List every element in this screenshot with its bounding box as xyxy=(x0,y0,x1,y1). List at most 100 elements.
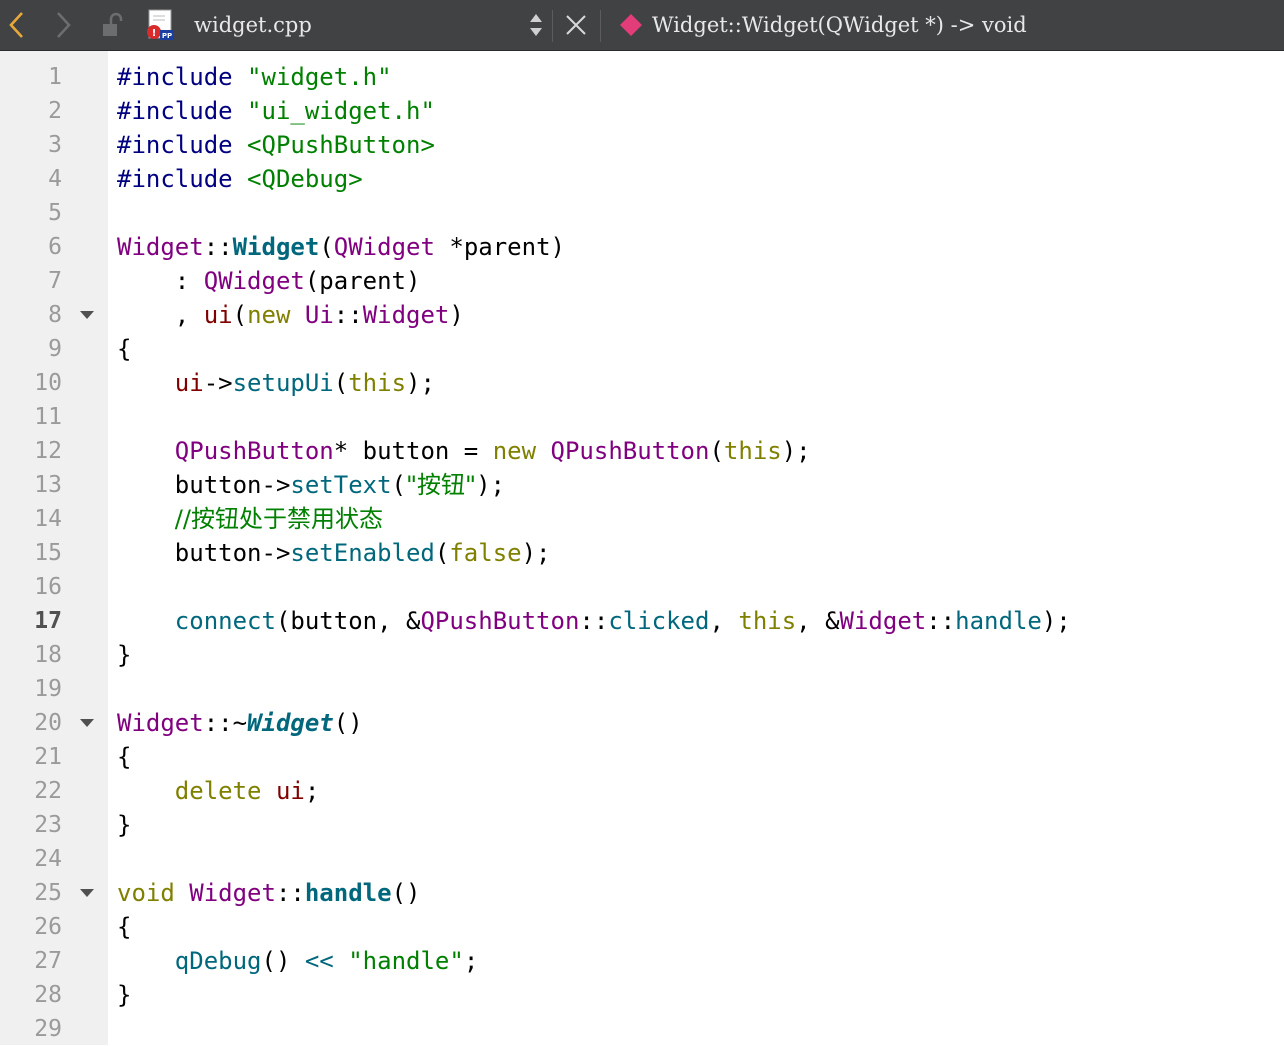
code-token: QPushButton xyxy=(550,437,710,465)
code-token: , & xyxy=(796,607,840,635)
code-token: << xyxy=(304,947,334,975)
fold-marker-icon[interactable] xyxy=(80,719,94,727)
up-down-arrows-icon[interactable] xyxy=(524,0,548,50)
code-line[interactable]: , ui(new Ui::Widget) xyxy=(117,298,464,332)
line-number: 9 xyxy=(48,336,62,362)
svg-text:!: ! xyxy=(152,28,157,39)
code-token: () xyxy=(261,947,305,975)
code-token: ui xyxy=(203,301,233,329)
line-number: 11 xyxy=(34,404,62,430)
line-number: 6 xyxy=(48,234,62,260)
code-line[interactable]: void Widget::handle() xyxy=(117,876,420,910)
code-token: ::~ xyxy=(203,709,248,737)
code-token: ); xyxy=(521,539,551,567)
code-token: ( xyxy=(232,301,248,329)
code-line[interactable]: : QWidget(parent) xyxy=(117,264,421,298)
code-token: -> xyxy=(203,369,233,397)
code-token: connect xyxy=(174,607,276,635)
code-token: ( xyxy=(319,233,334,261)
code-token: "ui_widget.h" xyxy=(247,97,435,125)
code-token: ( xyxy=(391,471,406,499)
function-symbol-icon xyxy=(618,0,644,50)
line-number: 27 xyxy=(34,948,62,974)
code-line[interactable]: #include "widget.h" xyxy=(117,60,392,94)
code-token: () xyxy=(333,709,363,737)
line-number: 8 xyxy=(48,302,62,328)
code-token: "handle" xyxy=(348,947,464,975)
editor-toolbar: ! PP widget.cpp Widget::Widget(QWidget *… xyxy=(0,0,1284,51)
close-icon[interactable] xyxy=(562,0,590,50)
line-number: 2 xyxy=(48,98,62,124)
code-line[interactable]: #include <QPushButton> xyxy=(117,128,435,162)
code-line[interactable]: delete ui; xyxy=(117,774,320,808)
line-number: 16 xyxy=(34,574,62,600)
code-token: <QPushButton> xyxy=(247,131,435,159)
code-token: , xyxy=(117,301,204,329)
code-token: qDebug xyxy=(174,947,262,975)
code-token: Ui xyxy=(304,301,334,329)
code-token: button-> xyxy=(117,539,291,567)
file-name[interactable]: widget.cpp xyxy=(194,0,524,50)
code-line[interactable]: button->setText("按钮"); xyxy=(117,468,505,502)
code-token: new xyxy=(492,437,537,465)
code-line[interactable]: connect(button, &QPushButton::clicked, t… xyxy=(117,604,1071,638)
code-token: this xyxy=(348,369,407,397)
code-line[interactable]: } xyxy=(117,978,131,1012)
code-token: } xyxy=(117,641,132,669)
code-token: ); xyxy=(781,437,811,465)
line-number: 1 xyxy=(48,64,62,90)
code-line[interactable]: QPushButton* button = new QPushButton(th… xyxy=(117,434,811,468)
code-line[interactable]: #include "ui_widget.h" xyxy=(117,94,435,128)
code-token: :: xyxy=(333,301,363,329)
code-line[interactable]: qDebug() << "handle"; xyxy=(117,944,478,978)
code-token: clicked xyxy=(608,607,710,635)
code-line[interactable]: } xyxy=(117,808,131,842)
toolbar-separator xyxy=(552,10,553,42)
code-line[interactable]: button->setEnabled(false); xyxy=(117,536,551,570)
code-line[interactable]: ui->setupUi(this); xyxy=(117,366,435,400)
line-number: 14 xyxy=(34,506,62,532)
code-token: ( xyxy=(709,437,724,465)
code-token: } xyxy=(117,981,132,1009)
line-number: 26 xyxy=(34,914,62,940)
code-line[interactable]: Widget::~Widget() xyxy=(117,706,363,740)
code-line[interactable]: { xyxy=(117,910,131,944)
back-arrow-icon[interactable] xyxy=(2,0,32,50)
code-token: #include xyxy=(117,97,248,125)
code-line[interactable]: { xyxy=(117,332,131,366)
code-line[interactable]: { xyxy=(117,740,131,774)
code-token: QPushButton xyxy=(174,437,334,465)
code-line[interactable]: Widget::Widget(QWidget *parent) xyxy=(117,230,565,264)
forward-arrow-icon[interactable] xyxy=(48,0,78,50)
code-token: { xyxy=(117,913,132,941)
code-token: #include xyxy=(117,165,248,193)
code-token: * button = xyxy=(333,437,493,465)
code-line[interactable]: //按钮处于禁用状态 xyxy=(117,502,383,536)
fold-marker-icon[interactable] xyxy=(80,311,94,319)
line-number: 25 xyxy=(34,880,62,906)
code-token: } xyxy=(117,811,132,839)
code-token: setupUi xyxy=(232,369,334,397)
line-number: 3 xyxy=(48,132,62,158)
code-line[interactable]: #include <QDebug> xyxy=(117,162,363,196)
symbol-selector[interactable]: Widget::Widget(QWidget *) -> void xyxy=(652,0,1272,50)
lock-icon[interactable] xyxy=(98,0,126,50)
cpp-file-icon: ! PP xyxy=(140,0,180,50)
code-token: (button, & xyxy=(275,607,421,635)
code-token: : xyxy=(117,267,204,295)
fold-marker-icon[interactable] xyxy=(80,889,94,897)
code-token: #include xyxy=(117,63,248,91)
code-token: QWidget xyxy=(203,267,305,295)
line-number: 28 xyxy=(34,982,62,1008)
code-token: , xyxy=(709,607,739,635)
code-line[interactable]: } xyxy=(117,638,131,672)
line-number: 24 xyxy=(34,846,62,872)
code-token: ; xyxy=(304,777,320,805)
